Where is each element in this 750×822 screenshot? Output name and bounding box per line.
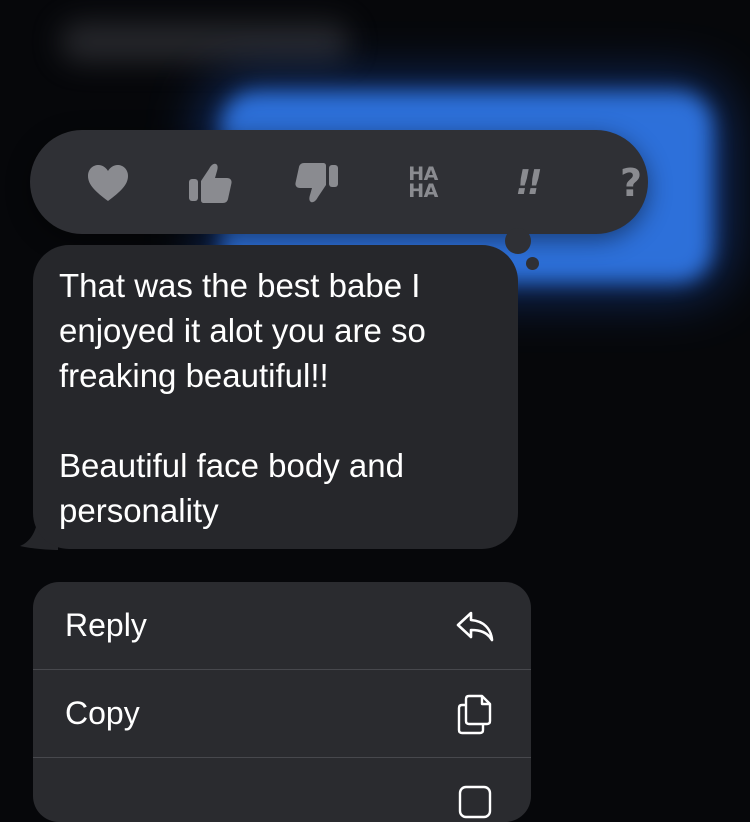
thumbs-down-reaction-button[interactable] <box>292 158 342 208</box>
menu-item-reply[interactable]: Reply <box>33 582 531 669</box>
question-reaction-button[interactable]: ? <box>606 158 656 208</box>
haha-label-bottom: HA <box>408 180 438 202</box>
heart-reaction-button[interactable] <box>83 158 133 208</box>
thumbs-down-icon <box>295 163 338 203</box>
exclamation-icon: !! <box>515 163 542 203</box>
menu-item-partial-next[interactable] <box>33 757 531 822</box>
received-message-bubble[interactable]: That was the best babe I enjoyed it alot… <box>33 245 518 549</box>
tapback-reaction-bar: HA HA !! ? <box>30 130 648 234</box>
menu-item-copy-label: Copy <box>65 695 140 731</box>
reply-arrow-icon <box>455 606 495 646</box>
question-mark-icon: ? <box>619 161 643 205</box>
copy-documents-icon <box>455 694 495 734</box>
tapback-tail-dot-large <box>505 228 531 254</box>
message-text-paragraph-1: That was the best babe I enjoyed it alot… <box>59 267 426 394</box>
emphasize-reaction-button[interactable]: !! <box>502 158 552 208</box>
heart-icon <box>88 165 128 201</box>
partial-menu-icon <box>455 782 495 822</box>
menu-item-reply-label: Reply <box>65 607 147 643</box>
blurred-contact-header <box>60 22 350 62</box>
haha-reaction-button[interactable]: HA HA <box>398 158 448 208</box>
menu-item-copy[interactable]: Copy <box>33 669 531 757</box>
thumbs-up-icon <box>189 163 232 203</box>
thumbs-up-reaction-button[interactable] <box>185 158 235 208</box>
message-text-paragraph-2: Beautiful face body and personality <box>59 447 404 529</box>
tapback-tail-dot-small <box>526 257 539 270</box>
message-context-menu: Reply Copy <box>33 582 531 822</box>
